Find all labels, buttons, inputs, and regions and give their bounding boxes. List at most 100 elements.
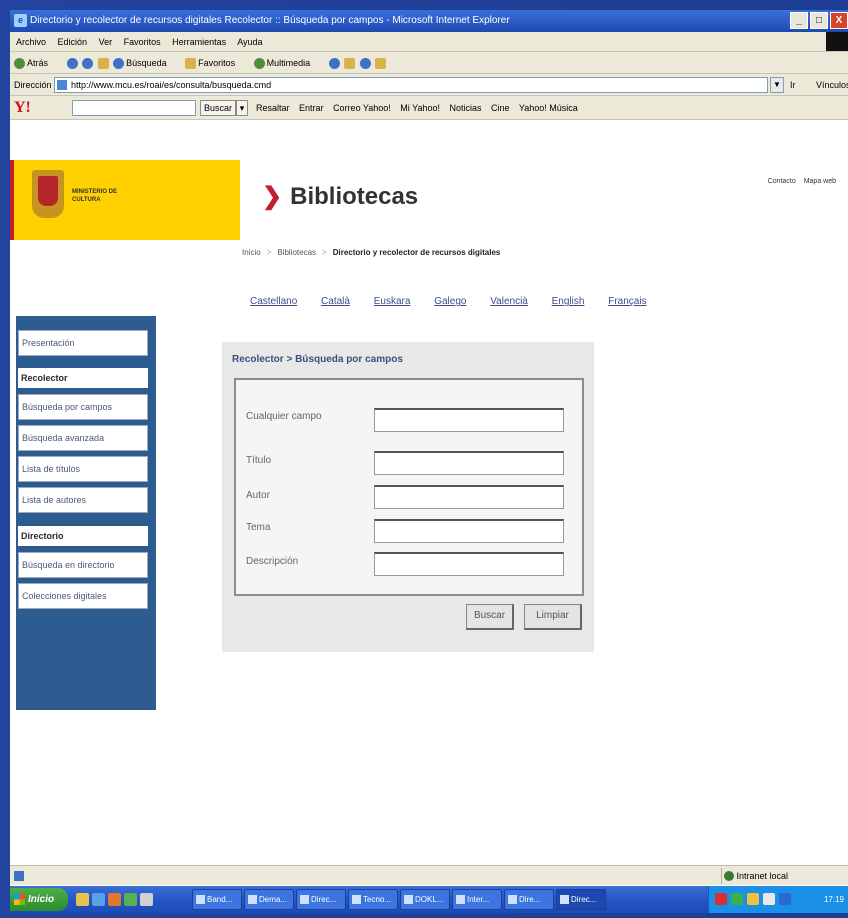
menu-ver[interactable]: Ver — [99, 37, 113, 47]
quicklaunch-outlook-icon[interactable] — [108, 893, 121, 906]
logo-red-bar — [10, 160, 14, 240]
taskbar-item[interactable]: DOKL... — [400, 889, 450, 910]
lang-valencia[interactable]: Valencià — [490, 296, 528, 307]
language-selector: Castellano Català Euskara Galego Valenci… — [250, 296, 668, 307]
tray-update-icon[interactable] — [779, 893, 791, 905]
address-label: Dirección — [14, 80, 52, 90]
security-zone: Intranet local — [721, 868, 788, 884]
browser-window: e Directorio y recolector de recursos di… — [10, 10, 848, 913]
yahoo-noticias[interactable]: Noticias — [450, 103, 482, 113]
menu-bar: Archivo Edición Ver Favoritos Herramient… — [10, 32, 848, 52]
media-button[interactable]: Multimedia — [253, 58, 319, 70]
menu-archivo[interactable]: Archivo — [16, 37, 46, 47]
yahoo-mi-yahoo[interactable]: Mi Yahoo! — [400, 103, 440, 113]
tray-volume-icon[interactable] — [763, 893, 775, 905]
status-bar: Intranet local — [10, 865, 848, 885]
sitemap-link[interactable]: Mapa web — [804, 178, 836, 185]
mail-icon[interactable] — [344, 58, 356, 70]
menu-edicion[interactable]: Edición — [58, 37, 88, 47]
links-button[interactable]: Vínculos — [816, 74, 848, 95]
ministry-logo-block[interactable]: MINISTERIO DE CULTURA — [10, 160, 240, 240]
search-button[interactable]: Buscar — [466, 604, 514, 630]
lang-euskara[interactable]: Euskara — [374, 296, 411, 307]
input-tema[interactable] — [374, 519, 564, 543]
breadcrumb-home[interactable]: Inicio — [242, 248, 261, 257]
menu-herramientas[interactable]: Herramientas — [172, 37, 226, 47]
lang-catala[interactable]: Català — [321, 296, 350, 307]
breadcrumb-current: Directorio y recolector de recursos digi… — [332, 248, 501, 257]
taskbar-item[interactable]: Dire... — [504, 889, 554, 910]
favorites-button[interactable]: Favoritos — [185, 58, 243, 70]
yahoo-correo[interactable]: Correo Yahoo! — [333, 103, 391, 113]
search-button[interactable]: Búsqueda — [113, 58, 175, 70]
yahoo-toolbar: Y! Buscar ▾ Resaltar Entrar Correo Yahoo… — [10, 96, 848, 120]
input-descripcion[interactable] — [374, 552, 564, 576]
sidebar-item-presentacion[interactable]: Presentación — [18, 330, 148, 356]
input-titulo[interactable] — [374, 451, 564, 475]
taskbar-item[interactable]: Band... — [192, 889, 242, 910]
sidebar-heading-recolector: Recolector — [18, 368, 148, 388]
address-dropdown[interactable]: ▼ — [770, 77, 784, 93]
sidebar-item-busqueda-avanzada[interactable]: Búsqueda avanzada — [18, 425, 148, 451]
yahoo-entrar[interactable]: Entrar — [299, 103, 324, 113]
refresh-icon[interactable] — [82, 58, 94, 70]
lang-english[interactable]: English — [552, 296, 585, 307]
print-icon[interactable] — [359, 58, 371, 70]
tray-messenger-icon[interactable] — [747, 893, 759, 905]
breadcrumb-bibliotecas[interactable]: Bibliotecas — [277, 248, 316, 257]
lang-galego[interactable]: Galego — [434, 296, 466, 307]
window-title: Directorio y recolector de recursos digi… — [30, 15, 510, 26]
label-autor: Autor — [246, 490, 270, 501]
sidebar-item-busqueda-campos[interactable]: Búsqueda por campos — [18, 394, 148, 420]
menu-ayuda[interactable]: Ayuda — [237, 37, 262, 47]
close-button[interactable]: X — [830, 12, 848, 29]
page-icon — [57, 80, 67, 90]
taskbar-item[interactable]: Tecno... — [348, 889, 398, 910]
minimize-button[interactable]: _ — [790, 12, 808, 29]
start-button[interactable]: Inicio — [10, 888, 68, 911]
maximize-button[interactable]: □ — [810, 12, 828, 29]
address-input[interactable]: http://www.mcu.es/roai/es/consulta/busqu… — [54, 77, 768, 93]
history-icon[interactable] — [328, 58, 340, 70]
edit-icon[interactable] — [375, 58, 387, 70]
sidebar-item-busqueda-directorio[interactable]: Búsqueda en directorio — [18, 552, 148, 578]
home-icon[interactable] — [97, 58, 109, 70]
yahoo-search-button[interactable]: Buscar — [200, 100, 237, 116]
input-autor[interactable] — [374, 485, 564, 509]
standard-toolbar: Atrás Búsqueda Favoritos Multimedia — [10, 52, 848, 74]
windows-flag-icon — [826, 32, 848, 51]
lang-francais[interactable]: Français — [608, 296, 646, 307]
yahoo-dropdown-button[interactable]: ▾ — [236, 100, 248, 116]
quicklaunch-ie-icon[interactable] — [92, 893, 105, 906]
yahoo-search-input[interactable] — [72, 100, 196, 116]
yahoo-resaltar[interactable]: Resaltar — [256, 103, 290, 113]
lang-castellano[interactable]: Castellano — [250, 296, 297, 307]
sidebar-item-lista-autores[interactable]: Lista de autores — [18, 487, 148, 513]
contact-link[interactable]: Contacto — [768, 178, 796, 185]
quicklaunch-folder-icon[interactable] — [76, 893, 89, 906]
clear-button[interactable]: Limpiar — [524, 604, 582, 630]
stop-icon[interactable] — [66, 58, 78, 70]
title-bar: e Directorio y recolector de recursos di… — [10, 10, 848, 32]
taskbar-item[interactable]: Inter... — [452, 889, 502, 910]
yahoo-cine[interactable]: Cine — [491, 103, 510, 113]
tray-network-icon[interactable] — [731, 893, 743, 905]
yahoo-logo[interactable]: Y! — [14, 96, 31, 119]
label-descripcion: Descripción — [246, 556, 299, 567]
back-button[interactable]: Atrás — [14, 58, 56, 70]
input-cualquier-campo[interactable] — [374, 408, 564, 432]
yahoo-toolbar-items: Resaltar Entrar Correo Yahoo! Mi Yahoo! … — [256, 96, 585, 119]
quicklaunch-media-icon[interactable] — [140, 893, 153, 906]
site-title: ❯ Bibliotecas — [262, 182, 418, 211]
tray-antivirus-icon[interactable] — [715, 893, 727, 905]
taskbar-item[interactable]: Dema... — [244, 889, 294, 910]
sidebar-item-lista-titulos[interactable]: Lista de títulos — [18, 456, 148, 482]
taskbar-item[interactable]: Direc... — [296, 889, 346, 910]
yahoo-musica[interactable]: Yahoo! Música — [519, 103, 578, 113]
sidebar-item-colecciones[interactable]: Colecciones digitales — [18, 583, 148, 609]
web-page: MINISTERIO DE CULTURA ❯ Bibliotecas Conta… — [10, 120, 848, 863]
quicklaunch-desktop-icon[interactable] — [124, 893, 137, 906]
taskbar-item-active[interactable]: Direc... — [556, 889, 606, 910]
go-button[interactable]: Ir — [790, 74, 796, 95]
menu-favoritos[interactable]: Favoritos — [124, 37, 161, 47]
